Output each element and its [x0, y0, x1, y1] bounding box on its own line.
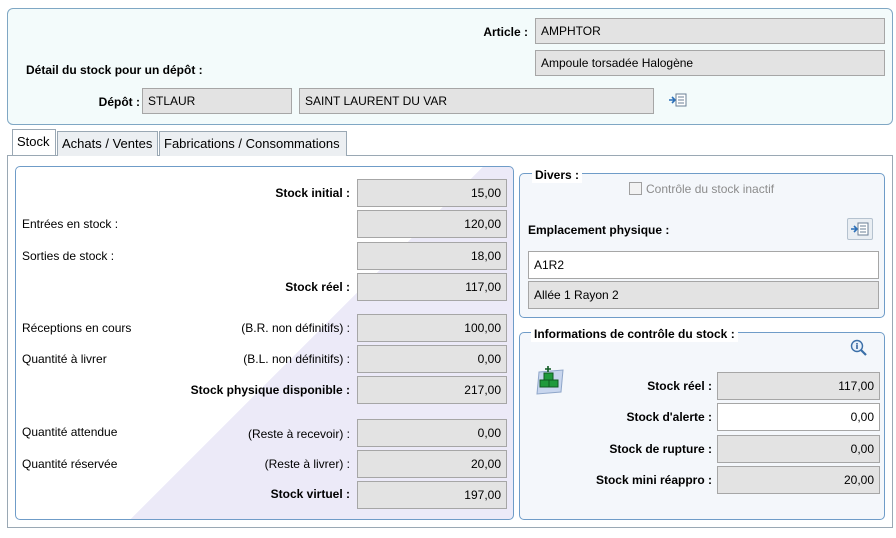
entrees-label: Entrées en stock :: [22, 217, 119, 231]
quantite-reservee-field[interactable]: 20,00: [357, 450, 507, 478]
depot-code-field[interactable]: STLAUR: [142, 88, 292, 114]
quantite-attendue-label: Quantité attendue: [22, 425, 118, 439]
entrees-field[interactable]: 120,00: [357, 210, 507, 238]
stock-physique-field[interactable]: 217,00: [357, 376, 507, 404]
emplacement-code-field[interactable]: A1R2: [528, 251, 879, 279]
stock-alerte-field[interactable]: 0,00: [717, 403, 880, 431]
emplacement-desc-field[interactable]: Allée 1 Rayon 2: [528, 281, 879, 309]
stock-reel-label: Stock réel :: [285, 280, 350, 294]
controle-stock-reel-field[interactable]: 117,00: [717, 372, 880, 400]
receptions-note: (B.R. non définitifs) :: [241, 321, 350, 335]
stock-initial-field[interactable]: 15,00: [357, 179, 507, 207]
stock-mini-reappro-field[interactable]: 20,00: [717, 466, 880, 494]
quantite-a-livrer-note: (B.L. non définitifs) :: [243, 352, 350, 366]
stock-initial-label: Stock initial :: [275, 186, 350, 200]
emplacement-label: Emplacement physique :: [528, 223, 670, 237]
svg-text:i: i: [856, 342, 859, 351]
list-arrow-icon[interactable]: [668, 92, 688, 108]
article-code-field[interactable]: AMPHTOR: [535, 18, 885, 44]
depot-name-field[interactable]: SAINT LAURENT DU VAR: [299, 88, 654, 114]
quantite-attendue-field[interactable]: 0,00: [357, 419, 507, 447]
receptions-field[interactable]: 100,00: [357, 314, 507, 342]
quantite-attendue-note: (Reste à recevoir) :: [247, 427, 350, 441]
controle-inactif-label: Contrôle du stock inactif: [646, 182, 775, 196]
stock-reel-field[interactable]: 117,00: [357, 273, 507, 301]
quantite-reservee-label: Quantité réservée: [22, 457, 118, 471]
emplacement-lookup-button[interactable]: [847, 218, 873, 240]
article-description-field[interactable]: Ampoule torsadée Halogène: [535, 50, 885, 76]
list-arrow-icon: [851, 222, 869, 236]
stock-mini-reappro-label: Stock mini réappro :: [595, 473, 712, 487]
divers-title: Divers :: [532, 167, 583, 183]
article-label: Article :: [483, 25, 528, 39]
sorties-label: Sorties de stock :: [22, 249, 115, 263]
stock-virtuel-label: Stock virtuel :: [270, 487, 350, 501]
controle-inactif-checkbox[interactable]: [629, 182, 642, 195]
depot-label: Dépôt :: [98, 95, 140, 109]
stock-rupture-label: Stock de rupture :: [609, 442, 712, 456]
quantite-a-livrer-label: Quantité à livrer: [22, 352, 107, 366]
controle-stock-reel-label: Stock réel :: [647, 379, 712, 393]
magnifier-info-icon[interactable]: i: [850, 339, 868, 357]
receptions-label: Réceptions en cours: [22, 321, 132, 335]
tab-fabrications-consommations[interactable]: Fabrications / Consommations: [159, 131, 347, 156]
stock-alerte-label: Stock d'alerte :: [626, 410, 712, 424]
stock-physique-label: Stock physique disponible :: [190, 383, 350, 397]
tab-achats-ventes[interactable]: Achats / Ventes: [57, 131, 158, 156]
controle-title: Informations de contrôle du stock :: [531, 326, 738, 342]
tab-stock[interactable]: Stock: [12, 129, 56, 155]
quantite-a-livrer-field[interactable]: 0,00: [357, 345, 507, 373]
quantite-reservee-note: (Reste à livrer) :: [264, 457, 350, 471]
stock-virtuel-field[interactable]: 197,00: [357, 481, 507, 509]
stock-rupture-field[interactable]: 0,00: [717, 435, 880, 463]
sorties-field[interactable]: 18,00: [357, 242, 507, 270]
section-title: Détail du stock pour un dépôt :: [26, 63, 203, 77]
